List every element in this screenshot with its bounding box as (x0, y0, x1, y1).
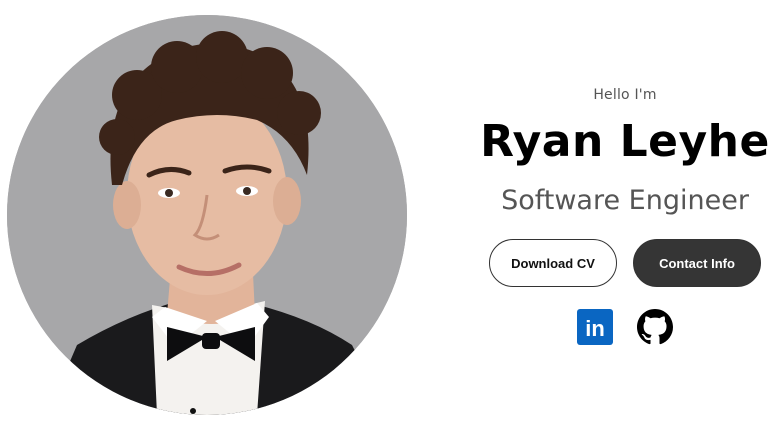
profile-photo (7, 15, 407, 415)
download-cv-button[interactable]: Download CV (489, 239, 617, 287)
job-title: Software Engineer (501, 185, 749, 216)
person-name: Ryan Leyhe (480, 116, 770, 167)
linkedin-icon[interactable]: in (577, 309, 613, 345)
github-icon[interactable] (637, 309, 673, 345)
greeting-text: Hello I'm (593, 87, 657, 103)
contact-info-button[interactable]: Contact Info (633, 239, 761, 287)
hero-section: Hello I'm Ryan Leyhe Software Engineer D… (0, 0, 777, 434)
linkedin-label: in (585, 316, 605, 341)
